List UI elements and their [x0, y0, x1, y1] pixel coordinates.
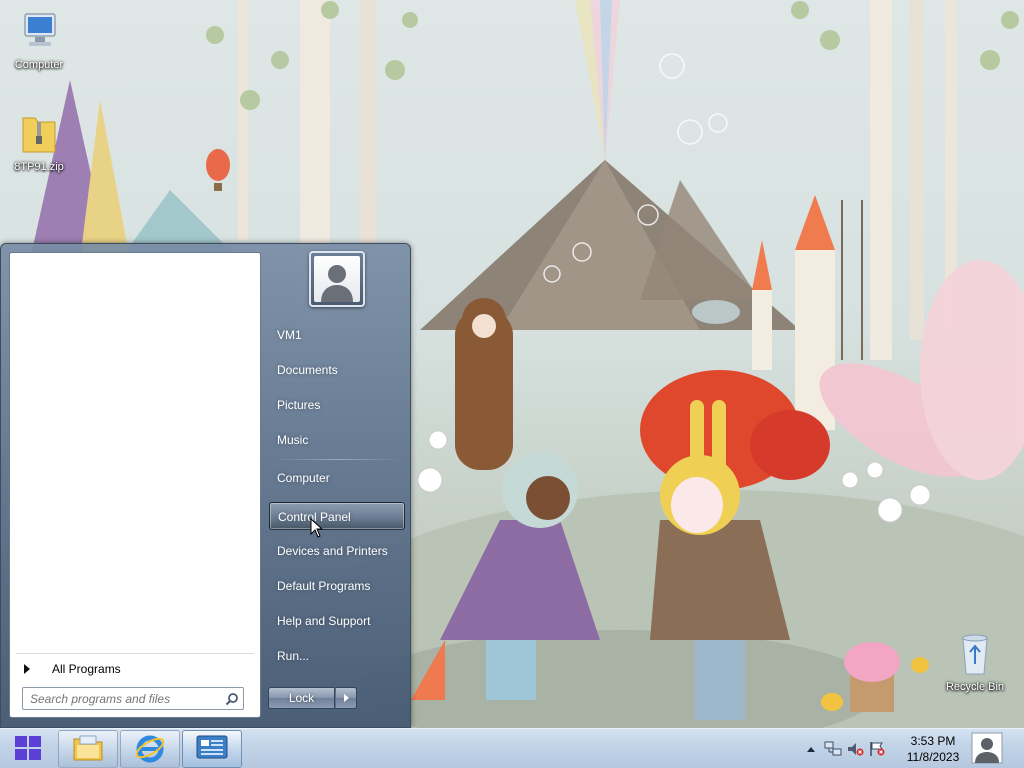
notification-area: [800, 729, 888, 768]
desktop-icon-label: Computer: [14, 59, 64, 71]
server-manager-icon: [195, 733, 229, 766]
network-icon[interactable]: [822, 738, 844, 760]
power-options-arrow-button[interactable]: [335, 687, 357, 709]
taskbar-internet-explorer[interactable]: [120, 730, 180, 768]
taskbar-user-button[interactable]: [967, 731, 1007, 767]
start-menu-separator: [273, 459, 403, 460]
taskbar-clock[interactable]: 3:53 PM 11/8/2023: [898, 733, 968, 765]
recycle-bin-icon: [939, 630, 1011, 679]
user-avatar-icon: [971, 732, 1003, 767]
start-item-control-panel[interactable]: Control Panel: [269, 502, 405, 530]
taskbar-file-explorer[interactable]: [58, 730, 118, 768]
start-button[interactable]: [0, 729, 56, 768]
taskbar: 3:53 PM 11/8/2023: [0, 728, 1024, 768]
search-box[interactable]: [22, 687, 244, 710]
start-menu: All Programs VM1 Documents Pictures Musi…: [0, 243, 411, 728]
user-account-picture[interactable]: [309, 251, 365, 307]
search-icon[interactable]: [221, 689, 243, 709]
file-explorer-icon: [72, 734, 104, 765]
volume-muted-icon[interactable]: [844, 738, 866, 760]
start-item-documents[interactable]: Documents: [269, 356, 405, 384]
start-item-default-programs[interactable]: Default Programs: [269, 572, 405, 600]
taskbar-server-manager[interactable]: [182, 730, 242, 768]
computer-icon: [3, 10, 75, 57]
show-hidden-icons-arrow-icon[interactable]: [800, 738, 822, 760]
power-button-group: Lock: [268, 687, 358, 709]
start-item-help-and-support[interactable]: Help and Support: [269, 607, 405, 635]
desktop-icon-recycle-bin[interactable]: Recycle Bin: [939, 630, 1011, 693]
desktop-icon-label: 8TP91.zip: [14, 161, 64, 173]
desktop-icon-label: Recycle Bin: [945, 681, 1005, 693]
user-avatar-icon: [314, 256, 360, 302]
clock-time: 3:53 PM: [910, 734, 956, 748]
start-item-run[interactable]: Run...: [269, 642, 405, 670]
action-center-flag-icon[interactable]: [866, 738, 888, 760]
desktop-icon-computer[interactable]: Computer: [3, 10, 75, 71]
start-item-user-folder[interactable]: VM1: [269, 321, 405, 349]
all-programs-button[interactable]: All Programs: [16, 653, 254, 683]
pinned-programs-list: [10, 253, 260, 645]
all-programs-label: All Programs: [52, 661, 121, 676]
chevron-right-icon: [24, 663, 30, 674]
zip-folder-icon: [3, 110, 75, 159]
start-item-devices-and-printers[interactable]: Devices and Printers: [269, 537, 405, 565]
windows-logo-icon: [14, 735, 42, 764]
clock-date: 11/8/2023: [906, 750, 960, 764]
search-input[interactable]: [23, 688, 221, 709]
start-item-pictures[interactable]: Pictures: [269, 391, 405, 419]
start-item-music[interactable]: Music: [269, 426, 405, 454]
internet-explorer-icon: [134, 732, 166, 767]
desktop-icon-8tp91-zip[interactable]: 8TP91.zip: [3, 110, 75, 173]
mouse-cursor-icon: [310, 518, 324, 538]
chevron-right-icon: [343, 694, 349, 702]
lock-button[interactable]: Lock: [268, 687, 335, 709]
start-menu-left-pane: All Programs: [9, 252, 261, 718]
start-item-computer[interactable]: Computer: [269, 464, 405, 492]
